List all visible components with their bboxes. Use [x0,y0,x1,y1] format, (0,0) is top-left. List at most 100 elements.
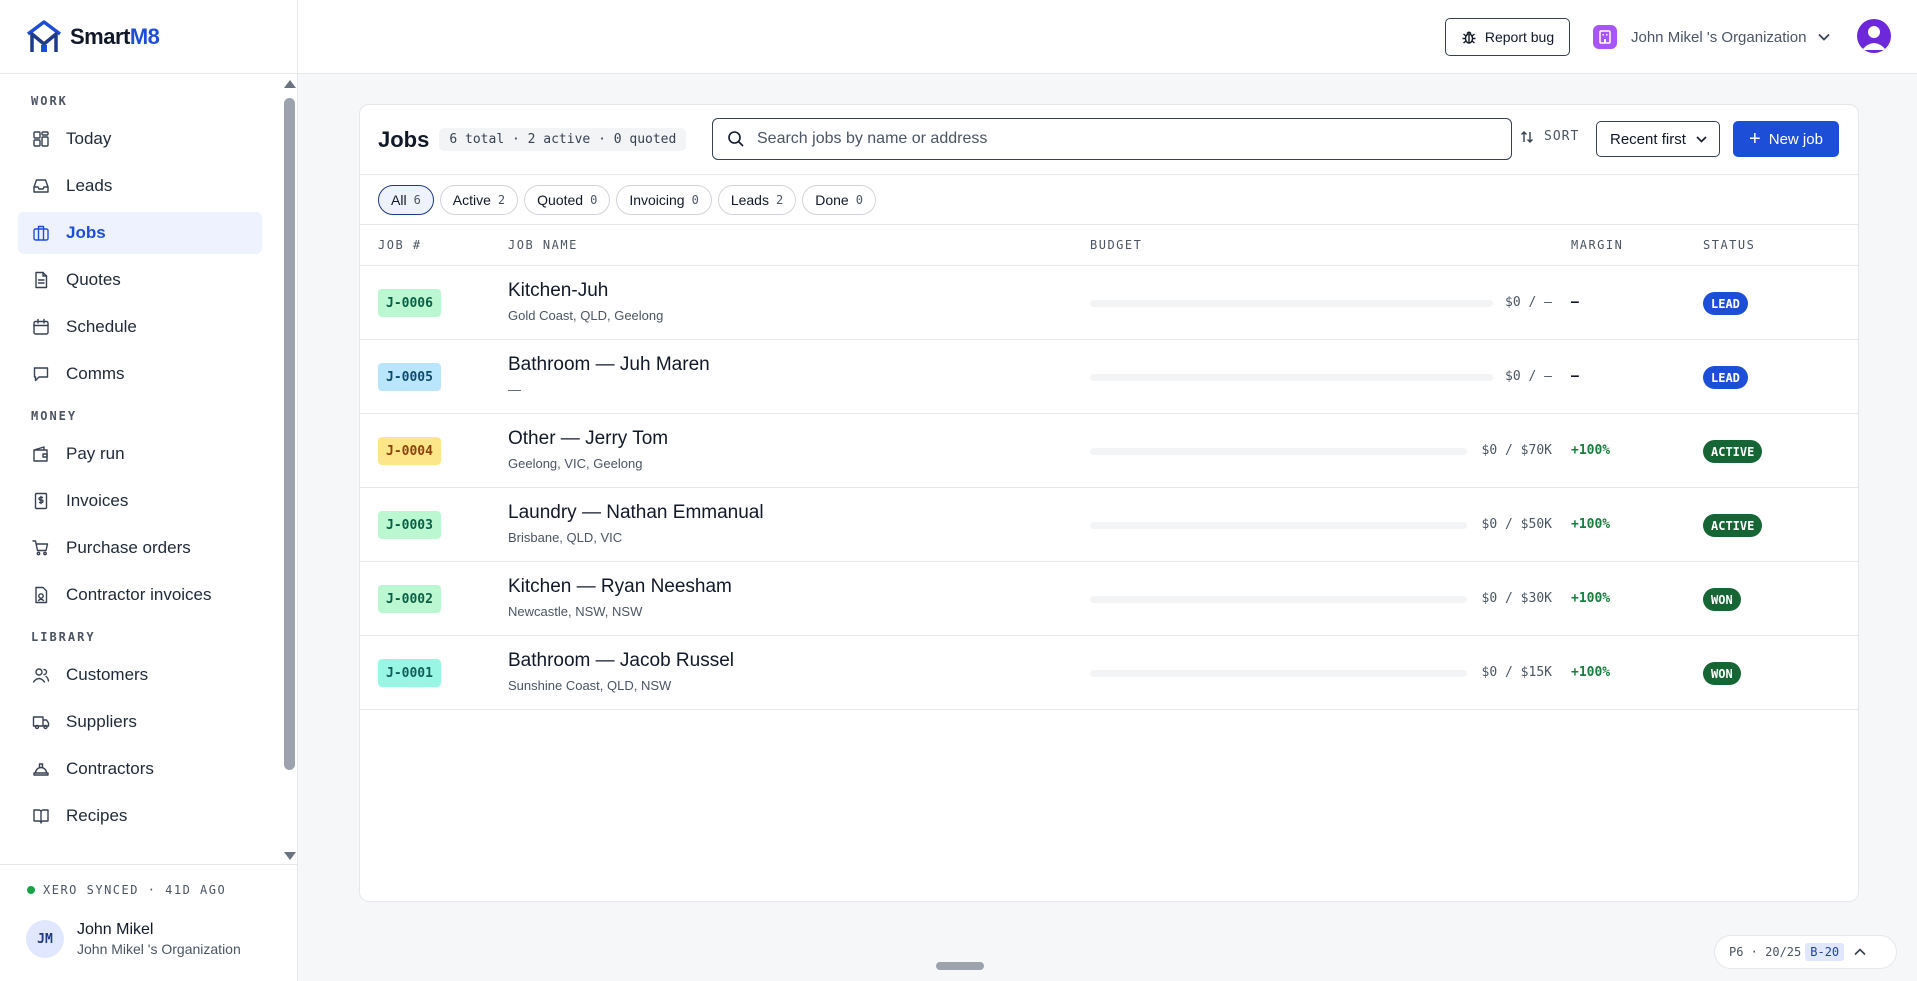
jobs-summary-badge: 6 total · 2 active · 0 quoted [439,128,687,151]
search-input[interactable] [757,130,1457,148]
sidebar-item-label: Contractor invoices [66,585,212,604]
filter-chips: All 6 Active 2 Quoted 0 Invoicing 0 Leads 2 Done 0 [360,175,1858,225]
sidebar-item-label: Invoices [66,491,129,510]
margin-value: — [1571,295,1579,310]
sidebar-item-pay-run[interactable]: Pay run [18,433,262,475]
filter-chip-leads[interactable]: Leads 2 [717,184,797,215]
budget-progress-bar [1090,448,1467,455]
filter-chip-all[interactable]: All 6 [378,184,434,215]
sidebar-item-schedule[interactable]: Schedule [18,306,262,348]
sidebar-item-label: Today [66,129,112,148]
sidebar-item-contractors[interactable]: Contractors [18,748,262,790]
drag-handle[interactable] [936,962,984,970]
logo-icon [26,19,62,52]
col-margin[interactable]: MARGIN [1571,238,1623,252]
job-name: Laundry — Nathan Emmanual [508,502,764,523]
sidebar-item-purchase-orders[interactable]: Purchase orders [18,527,262,569]
filter-chip-active[interactable]: Active 2 [439,184,519,215]
filter-chip-quoted[interactable]: Quoted 0 [524,184,611,215]
sidebar-item-comms[interactable]: Comms [18,353,262,395]
sort-select[interactable]: Recent first [1596,121,1720,157]
page-indicator-text: P6 · 20/25 [1729,945,1802,959]
job-number-badge: J-0006 [378,289,441,317]
col-job-name[interactable]: JOB NAME [508,238,578,252]
status-badge: LEAD [1703,366,1748,389]
profile-avatar-icon[interactable] [1857,19,1891,53]
sidebar-item-label: Pay run [66,444,125,463]
scroll-thumb[interactable] [284,98,295,770]
budget-progress-bar [1090,374,1493,381]
table-row[interactable]: J-0002 Kitchen — Ryan Neesham Newcastle, N… [360,562,1858,636]
wallet-icon [33,446,48,462]
filter-chip-label: All [391,191,407,208]
cart-icon [32,540,49,556]
col-status[interactable]: STATUS [1703,238,1755,252]
sidebar-item-recipes[interactable]: Recipes [18,795,262,837]
margin-value: +100% [1571,591,1611,606]
scroll-up-arrow[interactable] [284,80,296,88]
job-number-badge: J-0001 [378,659,441,687]
chat-icon [33,367,49,382]
sidebar-item-today[interactable]: Today [18,118,262,160]
sidebar-item-label: Contractors [66,759,154,778]
table-header: JOB # JOB NAME BUDGET MARGIN STATUS [360,225,1858,266]
job-address: Newcastle, NSW, NSW [508,604,643,619]
job-name: Kitchen-Juh [508,280,609,301]
sort-label: SORT [1544,129,1580,144]
sidebar-item-contractor-invoices[interactable]: Contractor invoices [18,574,262,616]
sidebar-item-label: Purchase orders [66,538,191,557]
calendar-icon [33,318,49,335]
sidebar-item-invoices[interactable]: Invoices [18,480,262,522]
sidebar-item-customers[interactable]: Customers [18,654,262,696]
sync-status-text: XERO SYNCED · 41D AGO [43,883,227,897]
contractor-invoice-icon [35,586,48,604]
sidebar-item-suppliers[interactable]: Suppliers [18,701,262,743]
sidebar-item-quotes[interactable]: Quotes [18,259,262,301]
report-bug-button[interactable]: Report bug [1445,18,1570,56]
sidebar-item-leads[interactable]: Leads [18,165,262,207]
filter-chip-label: Active [452,191,491,208]
status-badge: WON [1703,588,1741,611]
table-row[interactable]: J-0006 Kitchen-Juh Gold Coast, QLD, Geelon… [360,266,1858,340]
job-number-badge: J-0003 [378,511,441,539]
search-box[interactable] [712,118,1512,160]
search-icon [728,131,744,147]
table-row[interactable]: J-0001 Bathroom — Jacob Russel Sunshine Co… [360,636,1858,710]
scroll-down-arrow[interactable] [284,852,296,860]
job-number-badge: J-0002 [378,585,441,613]
sidebar-item-jobs[interactable]: Jobs [18,212,262,254]
chevron-down-icon [1696,135,1707,143]
sidebar-nav: WORK Today Leads Jobs Quotes Schedule Comms MON… [0,74,280,864]
xero-sync-status: XERO SYNCED · 41D AGO [0,864,297,897]
filter-chip-label: Leads [730,191,769,208]
plus-icon: + [1749,128,1761,150]
job-name: Bathroom — Juh Maren [508,354,710,375]
org-switcher[interactable]: John Mikel 's Organization [1593,20,1831,54]
brand[interactable]: SmartM8 [0,0,297,74]
col-job-no[interactable]: JOB # [378,238,422,252]
filter-chip-done[interactable]: Done 0 [802,184,876,215]
table-row[interactable]: J-0005 Bathroom — Juh Maren — $0 / — — LEAD [360,340,1858,414]
brand-name: SmartM8 [70,23,160,49]
budget-value: $0 / — [1505,369,1552,384]
users-icon [32,668,50,683]
table-row[interactable]: J-0003 Laundry — Nathan Emmanual Brisbane,… [360,488,1858,562]
jobs-card: Jobs 6 total · 2 active · 0 quoted SORT … [359,104,1859,902]
budget-value: $0 / — [1505,295,1552,310]
job-address: Brisbane, QLD, VIC [508,530,623,545]
sidebar-item-label: Customers [66,665,149,684]
sort-toggle[interactable]: SORT [1520,129,1579,144]
new-job-button[interactable]: + New job [1733,121,1839,157]
margin-value: +100% [1571,517,1611,532]
sidebar-item-label: Comms [66,364,125,383]
table-row[interactable]: J-0004 Other — Jerry Tom Geelong, VIC, Gee… [360,414,1858,488]
filter-chip-invoicing[interactable]: Invoicing 0 [616,184,712,215]
budget-progress-bar [1090,522,1467,529]
filter-chip-count: 6 [413,192,421,207]
sidebar-scrollbar[interactable] [281,80,297,860]
col-budget[interactable]: BUDGET [1090,238,1142,252]
job-address: Sunshine Coast, QLD, NSW [508,678,672,693]
user-card[interactable]: JM John Mikel John Mikel 's Organization [26,920,241,958]
page-indicator[interactable]: P6 · 20/25 B-20 [1714,935,1897,969]
truck-icon [32,716,50,730]
